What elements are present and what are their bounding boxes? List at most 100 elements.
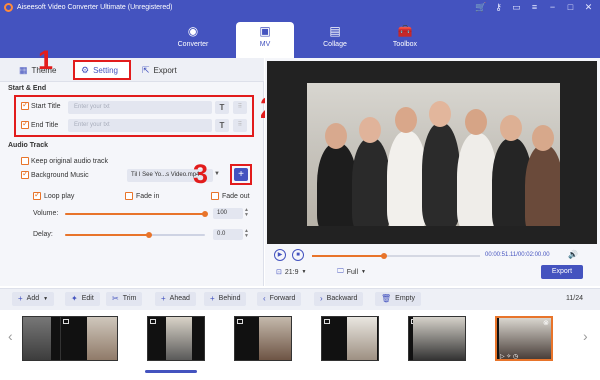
tab-toolbox[interactable]: 🧰 Toolbox — [376, 22, 434, 58]
backward-button-label: Backward — [326, 295, 358, 302]
fade-in-checkbox[interactable] — [125, 192, 133, 200]
subtab-export[interactable]: ⇱ Export — [142, 61, 177, 79]
end-title-more-button[interactable]: ⠿ — [233, 119, 247, 132]
window-controls: 🛒 ⚷ ▭ ≡ − □ ✕ — [475, 2, 594, 13]
play-button[interactable]: ▶ — [274, 249, 286, 261]
clip-play-icon[interactable]: ▷ ✧ ◷ — [500, 353, 518, 359]
volume-slider[interactable] — [65, 213, 205, 215]
display-mode-select[interactable]: 🖵 Full ▼ — [337, 268, 366, 276]
edit-button[interactable]: ✦ Edit — [65, 292, 100, 306]
monitor-icon: 🖵 — [337, 268, 344, 275]
keep-original-checkbox[interactable] — [21, 157, 29, 165]
video-preview — [267, 61, 597, 244]
key-icon[interactable]: ⚷ — [493, 2, 504, 13]
cart-icon[interactable]: 🛒 — [475, 2, 486, 13]
stop-button[interactable]: ■ — [292, 249, 304, 261]
start-end-heading: Start & End — [8, 85, 47, 92]
background-music-checkbox[interactable] — [21, 169, 29, 179]
backward-button[interactable]: › Backward — [314, 292, 364, 306]
image-icon — [324, 319, 330, 324]
close-icon[interactable]: ⊗ — [543, 319, 549, 327]
volume-stepper[interactable]: ▲ ▼ — [244, 208, 249, 218]
fade-out-checkbox[interactable] — [211, 192, 219, 200]
volume-slider-fill — [65, 213, 205, 215]
tab-collage[interactable]: ▤ Collage — [306, 22, 364, 58]
timeline-clip-selected[interactable]: ⊗ ▷ ✧ ◷ — [495, 316, 553, 361]
volume-input[interactable]: 100 — [213, 208, 243, 219]
forward-icon: ‹ — [263, 294, 266, 303]
start-title-input[interactable]: Enter your txt — [68, 101, 212, 114]
behind-button[interactable]: + Behind — [204, 292, 247, 306]
delay-input[interactable]: 0.0 — [213, 229, 243, 240]
timeline-right-arrow[interactable]: › — [583, 328, 588, 344]
behind-icon: + — [210, 294, 215, 303]
timeline-clip[interactable] — [147, 316, 205, 361]
trim-button[interactable]: ✂ Trim — [106, 292, 143, 306]
end-title-font-button[interactable]: T — [215, 119, 229, 132]
chat-icon[interactable]: ▭ — [511, 2, 522, 13]
subtab-setting[interactable]: ⚙ Setting — [73, 60, 131, 80]
fade-in-label: Fade in — [136, 193, 160, 200]
tab-mv-label: MV — [259, 41, 271, 48]
mv-icon: ▣ — [259, 24, 271, 38]
background-music-label: Background Music — [31, 172, 89, 179]
forward-button-label: Forward — [269, 295, 296, 302]
timeline-clip[interactable] — [60, 316, 118, 361]
app-title: Aiseesoft Video Converter Ultimate (Unre… — [17, 4, 173, 11]
tab-converter-label: Converter — [177, 41, 209, 48]
aspect-ratio-select[interactable]: ⊡ 21:9 ▼ — [276, 268, 306, 277]
tab-mv[interactable]: ▣ MV — [236, 22, 294, 58]
clip-page-count: 11/24 — [566, 295, 583, 302]
trim-button-label: Trim — [122, 295, 137, 302]
converter-icon: ◉ — [187, 24, 199, 38]
volume-icon[interactable]: 🔊 — [568, 250, 578, 259]
aspect-ratio-value: 21:9 — [284, 268, 299, 276]
playback-progress-knob[interactable] — [381, 253, 387, 259]
tab-converter[interactable]: ◉ Converter — [164, 22, 222, 58]
empty-button[interactable]: 🗑 Empty — [375, 292, 421, 306]
empty-button-label: Empty — [395, 295, 415, 302]
timeline-clip[interactable] — [321, 316, 379, 361]
delay-slider-fill — [65, 234, 149, 236]
start-title-font-button[interactable]: T — [215, 101, 229, 114]
image-icon — [237, 319, 243, 324]
timeline-clip[interactable] — [234, 316, 292, 361]
annotation-number-1: 1 — [38, 45, 54, 75]
loop-play-checkbox[interactable] — [33, 190, 41, 200]
delay-slider-knob[interactable] — [146, 232, 152, 238]
ahead-button-label: Ahead — [169, 295, 190, 302]
behind-button-label: Behind — [218, 295, 241, 302]
end-title-label: End Title — [31, 122, 59, 129]
timeline-clip[interactable] — [408, 316, 466, 361]
edit-button-label: Edit — [81, 295, 94, 302]
playback-progress[interactable] — [312, 255, 480, 257]
end-title-checkbox[interactable] — [21, 119, 29, 129]
start-title-checkbox[interactable] — [21, 100, 29, 110]
maximize-icon[interactable]: □ — [565, 2, 576, 13]
volume-slider-knob[interactable] — [202, 211, 208, 217]
close-icon[interactable]: ✕ — [583, 2, 594, 13]
end-title-input[interactable]: Enter your txt — [68, 119, 212, 132]
edit-icon: ✦ — [71, 294, 78, 303]
toolbox-icon: 🧰 — [397, 24, 413, 38]
backward-icon: › — [320, 294, 323, 303]
menu-icon[interactable]: ≡ — [529, 2, 540, 13]
delay-slider[interactable] — [65, 234, 205, 236]
plus-icon: + — [18, 294, 23, 303]
delay-stepper[interactable]: ▲ ▼ — [244, 229, 249, 239]
minimize-icon[interactable]: − — [547, 2, 558, 13]
export-button[interactable]: Export — [541, 265, 583, 279]
timeline-left-arrow[interactable]: ‹ — [8, 328, 13, 344]
timeline-scrollbar[interactable] — [145, 370, 197, 373]
image-icon — [63, 319, 69, 324]
tab-toolbox-label: Toolbox — [392, 41, 418, 48]
chevron-down-icon[interactable]: ▼ — [214, 171, 220, 177]
grid-icon: ▦ — [19, 64, 28, 75]
add-music-button[interactable]: + — [234, 168, 248, 181]
add-button[interactable]: + Add ▼ — [12, 292, 55, 306]
delay-label: Delay: — [33, 231, 53, 238]
forward-button[interactable]: ‹ Forward — [257, 292, 302, 306]
ahead-button[interactable]: + Ahead — [155, 292, 196, 306]
scissors-icon: ✂ — [112, 294, 119, 303]
start-title-more-button[interactable]: ⠿ — [233, 101, 247, 114]
